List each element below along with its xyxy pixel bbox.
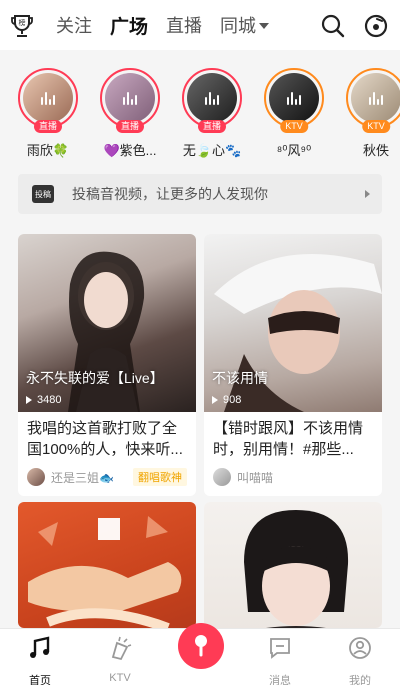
live-ring: 直播 xyxy=(100,68,160,133)
live-badge: 直播 xyxy=(115,120,145,133)
live-ring: 直播 xyxy=(18,68,78,133)
play-count-value: 908 xyxy=(223,394,242,406)
video-card[interactable]: 永不失联的爱【Live】 3480 我唱的这首歌打败了全国100%的人，快来听.… xyxy=(18,234,196,496)
nav-me[interactable]: 我的 xyxy=(330,635,390,685)
play-count: 908 xyxy=(212,394,241,406)
author-name[interactable]: 还是三姐🐟 xyxy=(51,469,133,486)
author-name[interactable]: 叫喵喵 xyxy=(237,469,373,486)
live-ring: KTV xyxy=(346,68,400,133)
avatar xyxy=(187,73,237,123)
live-name: 秋佚 xyxy=(362,143,389,158)
live-name: 无🍃心🐾 xyxy=(182,143,242,158)
caret-down-icon xyxy=(259,23,270,29)
live-name: 雨欣🍀 xyxy=(26,143,70,158)
nav-home[interactable]: 首页 xyxy=(10,635,70,685)
avatar xyxy=(23,73,73,123)
video-title: 永不失联的爱【Live】 xyxy=(26,370,164,386)
equalizer-icon xyxy=(41,91,55,105)
nav-label: KTV xyxy=(109,672,131,684)
card-footer: 还是三姐🐟 翻唱歌神 xyxy=(18,460,196,496)
equalizer-icon xyxy=(205,91,219,105)
equalizer-icon xyxy=(123,91,137,105)
tab-nearby-label: 同城 xyxy=(220,16,257,36)
nav-label: 首页 xyxy=(29,675,51,685)
video-title: 不该用情 xyxy=(212,370,268,386)
nav-label: 消息 xyxy=(269,675,291,685)
live-ring: 直播 xyxy=(182,68,242,133)
video-thumbnail: 永不失联的爱【Live】 3480 xyxy=(18,234,196,412)
live-ring: KTV xyxy=(264,68,324,133)
avatar xyxy=(351,73,400,123)
ktv-badge: KTV xyxy=(280,120,308,133)
live-item[interactable]: KTV 秋佚 xyxy=(344,68,400,159)
record-icon[interactable] xyxy=(363,13,389,39)
avatar xyxy=(105,73,155,123)
message-icon xyxy=(270,638,290,659)
video-thumbnail: 不该用情 908 xyxy=(204,234,382,412)
live-name: 💜紫色... xyxy=(103,143,157,158)
video-description: 我唱的这首歌打败了全国100%的人，快来听... xyxy=(27,420,183,458)
nav-ktv[interactable]: KTV xyxy=(90,635,150,684)
svg-text:榜: 榜 xyxy=(19,18,26,27)
tab-live[interactable]: 直播 xyxy=(166,12,202,38)
bottom-nav: 首页 KTV 消息 我的 xyxy=(0,623,400,685)
tab-square[interactable]: 广场 xyxy=(110,12,148,39)
chevron-right-icon xyxy=(365,190,370,198)
play-icon xyxy=(212,396,218,404)
ktv-icon xyxy=(111,636,132,661)
equalizer-icon xyxy=(369,91,383,105)
home-music-icon xyxy=(30,636,50,658)
live-item[interactable]: 直播 💜紫色... xyxy=(98,68,162,159)
record-center-button[interactable] xyxy=(178,623,224,669)
search-icon[interactable] xyxy=(320,13,346,39)
top-bar: 榜 关注 广场 直播 同城 xyxy=(0,0,400,50)
profile-icon xyxy=(349,637,371,659)
live-item[interactable]: 直播 无🍃心🐾 xyxy=(180,68,244,159)
video-thumbnail xyxy=(204,502,382,628)
live-badge: 直播 xyxy=(33,120,63,133)
video-description: 【错时跟风】不该用情时，别用情！#那些... xyxy=(213,420,364,458)
submit-banner-text: 投稿音视频，让更多的人发现你 xyxy=(72,186,268,202)
author-avatar[interactable] xyxy=(213,468,231,486)
submit-icon: 投稿 xyxy=(32,185,54,203)
submit-banner[interactable]: 投稿 投稿音视频，让更多的人发现你 xyxy=(18,174,382,214)
nav-messages[interactable]: 消息 xyxy=(250,635,310,685)
live-item[interactable]: 直播 雨欣🍀 xyxy=(16,68,80,159)
nav-label: 我的 xyxy=(349,675,371,685)
ktv-badge: KTV xyxy=(362,120,390,133)
author-avatar[interactable] xyxy=(27,468,45,486)
play-count: 3480 xyxy=(26,394,61,406)
thumbnail-art xyxy=(28,516,182,628)
tab-bar: 关注 广场 直播 同城 xyxy=(56,0,287,50)
tab-follow[interactable]: 关注 xyxy=(56,12,92,38)
video-card[interactable]: 不该用情 908 【错时跟风】不该用情时，别用情！#那些... 叫喵喵 xyxy=(204,234,382,496)
equalizer-icon xyxy=(287,91,301,105)
rank-trophy-icon[interactable]: 榜 xyxy=(10,13,34,39)
live-item[interactable]: KTV ⁸⁰风⁹⁰ xyxy=(262,68,326,159)
live-name: ⁸⁰风⁹⁰ xyxy=(276,143,312,158)
avatar xyxy=(269,73,319,123)
live-row: 直播 雨欣🍀 直播 💜紫色... 直播 无🍃心🐾 KTV ⁸⁰风⁹⁰ KTV 秋… xyxy=(0,50,400,162)
video-card[interactable] xyxy=(18,502,196,628)
card-footer: 叫喵喵 xyxy=(204,460,382,496)
tab-nearby[interactable]: 同城 xyxy=(220,12,270,38)
cover-tag: 翻唱歌神 xyxy=(133,468,187,486)
thumbnail-figure xyxy=(244,510,349,628)
live-badge: 直播 xyxy=(197,120,227,133)
video-thumbnail xyxy=(18,502,196,628)
video-card[interactable] xyxy=(204,502,382,628)
microphone-icon xyxy=(195,635,207,657)
play-count-value: 3480 xyxy=(37,394,62,406)
play-icon xyxy=(26,396,32,404)
